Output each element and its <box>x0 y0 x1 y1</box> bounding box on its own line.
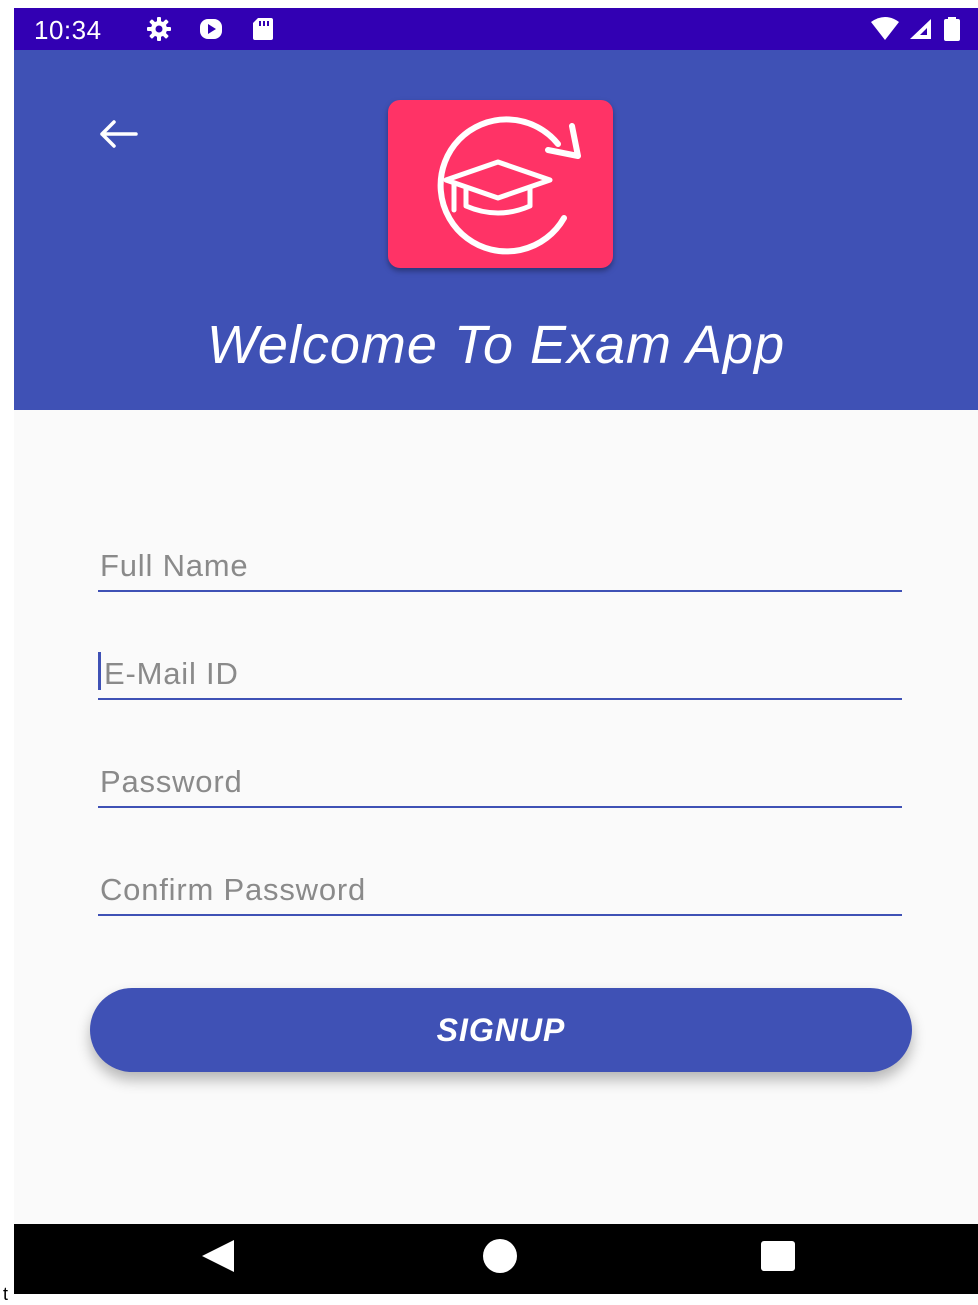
confirm-password-input[interactable] <box>100 866 890 914</box>
email-field[interactable] <box>98 638 902 700</box>
edge-text: t <box>3 1284 9 1304</box>
full-name-input[interactable] <box>100 542 890 590</box>
graduation-cap-refresh-icon <box>388 116 613 272</box>
back-triangle-icon <box>200 1239 236 1278</box>
app-logo <box>388 100 613 268</box>
status-bar: 10:34 <box>14 8 978 50</box>
confirm-password-field[interactable] <box>98 854 902 916</box>
recents-square-icon <box>760 1240 796 1277</box>
signup-button[interactable]: SIGNUP <box>90 988 912 1072</box>
arrow-left-icon <box>96 118 140 155</box>
text-cursor <box>98 652 101 690</box>
nav-home-button[interactable] <box>478 1238 522 1278</box>
nav-back-button[interactable] <box>196 1238 240 1278</box>
status-time: 10:34 <box>34 15 102 45</box>
email-input[interactable] <box>104 650 894 698</box>
battery-icon <box>942 16 962 42</box>
signal-icon <box>907 16 933 42</box>
app-header: Welcome To Exam App <box>14 50 978 410</box>
nav-recents-button[interactable] <box>756 1238 800 1278</box>
app-screen: 10:34 Welcome To Exam App Full Name E-Ma… <box>14 8 978 1294</box>
wifi-icon <box>870 16 900 42</box>
password-field[interactable] <box>98 746 902 808</box>
settings-icon <box>146 16 172 42</box>
full-name-field[interactable] <box>98 530 902 592</box>
navigation-bar <box>14 1224 978 1294</box>
password-input[interactable] <box>100 758 890 806</box>
welcome-title: Welcome To Exam App <box>206 315 786 375</box>
sd-card-icon <box>250 16 276 42</box>
play-icon <box>198 16 224 42</box>
back-button[interactable] <box>90 108 146 164</box>
home-circle-icon <box>482 1238 518 1279</box>
